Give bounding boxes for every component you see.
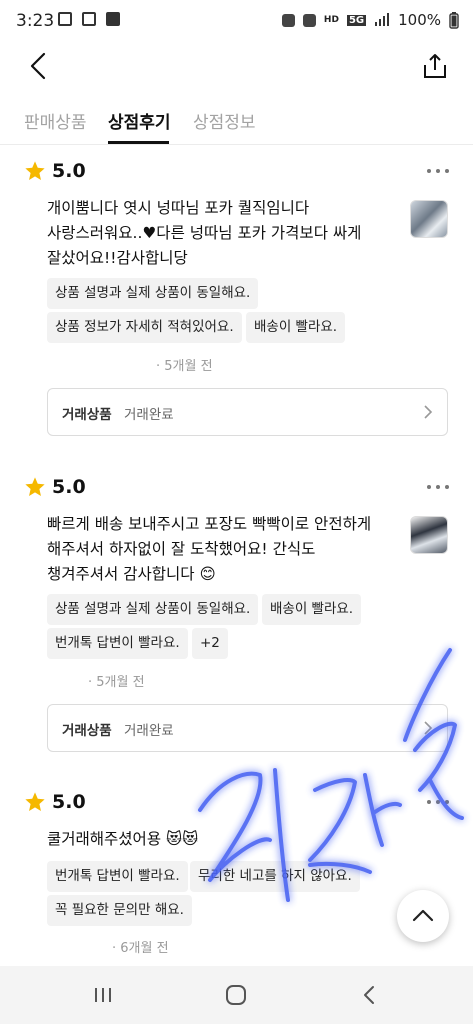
chevron-right-icon bbox=[424, 721, 433, 735]
star-icon bbox=[25, 792, 45, 811]
more-options-button[interactable] bbox=[427, 169, 449, 173]
review-tag: 배송이 빨라요. bbox=[262, 594, 362, 625]
more-options-button[interactable] bbox=[427, 485, 449, 489]
review-photo-thumbnail[interactable] bbox=[410, 516, 448, 554]
star-icon bbox=[25, 161, 45, 180]
checkbox-icon bbox=[106, 12, 120, 26]
review-tag: 배송이 빨라요. bbox=[246, 312, 346, 343]
review-tag: 꼭 필요한 문의만 해요. bbox=[47, 895, 192, 926]
trade-label: 거래상품 bbox=[62, 723, 112, 739]
back-icon bbox=[364, 986, 374, 1004]
rating-value: 5.0 bbox=[52, 160, 86, 182]
more-icon bbox=[427, 800, 431, 804]
review-text: 빠르게 배송 보내주시고 포장도 빡빡이로 안전하게 해주셔서 하자없이 잘 도… bbox=[47, 512, 387, 587]
battery-icon bbox=[449, 11, 459, 29]
review-time: · 5개월 전 bbox=[156, 359, 213, 374]
rating: 5.0 bbox=[24, 791, 86, 813]
status-notification-icons bbox=[58, 12, 120, 26]
home-button[interactable] bbox=[221, 980, 251, 1010]
status-right: HD 5G 100% bbox=[281, 11, 459, 29]
review-tag: 무리한 네고를 하지 않아요. bbox=[190, 861, 360, 892]
back-button[interactable] bbox=[24, 50, 56, 82]
rating: 5.0 bbox=[24, 476, 86, 498]
scroll-to-top-button[interactable] bbox=[397, 890, 449, 942]
review-text-line: 빠르게 배송 보내주시고 포장도 빡빡이로 안전하게 bbox=[47, 515, 372, 533]
review-tag: 상품 정보가 자세히 적혀있어요. bbox=[47, 312, 242, 343]
tab-store-reviews[interactable]: 상점후기 bbox=[108, 108, 171, 133]
active-tab-indicator bbox=[108, 141, 169, 144]
signal-icon bbox=[375, 13, 390, 26]
review-text-line: 사랑스러워요..♥다른 넝따님 포카 가격보다 싸게 bbox=[47, 224, 362, 242]
recents-icon bbox=[95, 988, 111, 1002]
screenshot-icon bbox=[82, 12, 96, 26]
review-text-line: 쿨거래해주셨어용 😻😻 bbox=[47, 830, 199, 848]
share-button[interactable] bbox=[419, 50, 451, 82]
tab-bar: 판매상품 상점후기 상점정보 bbox=[0, 100, 473, 145]
tab-products[interactable]: 판매상품 bbox=[24, 108, 87, 133]
tab-store-info[interactable]: 상점정보 bbox=[193, 108, 256, 133]
chevron-right-icon bbox=[424, 405, 433, 419]
review-tag: 상품 설명과 실제 상품이 동일해요. bbox=[47, 594, 259, 625]
review-tag: 번개톡 답변이 빨라요. bbox=[47, 861, 188, 892]
review-photo-thumbnail[interactable] bbox=[410, 200, 448, 238]
more-icon bbox=[427, 169, 431, 173]
status-bar: 3:23 HD 5G 100% bbox=[0, 0, 473, 42]
back-arrow-icon bbox=[30, 52, 46, 80]
review-tag: 상품 설명과 실제 상품이 동일해요. bbox=[47, 278, 259, 309]
rating-value: 5.0 bbox=[52, 791, 86, 813]
more-icon bbox=[427, 485, 431, 489]
status-time: 3:23 bbox=[16, 11, 55, 31]
rating-value: 5.0 bbox=[52, 476, 86, 498]
battery-percent: 100% bbox=[398, 11, 441, 29]
mute-icon bbox=[302, 13, 316, 27]
review-text-line: 챙겨주셔서 감사합니다 😊 bbox=[47, 565, 216, 583]
top-bar bbox=[0, 42, 473, 94]
more-options-button[interactable] bbox=[427, 800, 449, 804]
hd-voice-icon: HD bbox=[323, 15, 339, 25]
recents-button[interactable] bbox=[88, 980, 118, 1010]
trade-item-link[interactable]: 거래상품 거래완료 bbox=[47, 388, 448, 436]
rating: 5.0 bbox=[24, 160, 86, 182]
review-tag: 번개톡 답변이 빨라요. bbox=[47, 628, 188, 659]
review-text-line: 개이뿜니다 엿시 넝따님 포카 퀄직임니다 bbox=[47, 199, 310, 217]
review-text: 개이뿜니다 엿시 넝따님 포카 퀄직임니다 사랑스러워요..♥다른 넝따님 포카… bbox=[47, 196, 387, 271]
share-icon bbox=[424, 54, 446, 78]
network-badge: 5G bbox=[346, 14, 367, 26]
review-tag-more[interactable]: +2 bbox=[192, 628, 228, 659]
chevron-up-icon bbox=[412, 909, 434, 922]
star-icon bbox=[25, 477, 45, 496]
review-time: · 6개월 전 bbox=[112, 941, 169, 956]
trade-item-link[interactable]: 거래상품 거래완료 bbox=[47, 704, 448, 752]
review-text-line: 해주셔서 하자없이 잘 도착했어요! 간식도 bbox=[47, 540, 316, 558]
trade-status: 거래완료 bbox=[124, 723, 174, 739]
review-time: · 5개월 전 bbox=[88, 675, 145, 690]
system-navigation-bar bbox=[0, 966, 473, 1024]
review-text-line: 잘샀어요!!감사합니당 bbox=[47, 249, 188, 267]
trade-label: 거래상품 bbox=[62, 407, 112, 423]
back-nav-button[interactable] bbox=[354, 980, 384, 1010]
gallery-icon bbox=[58, 12, 72, 26]
trade-status: 거래완료 bbox=[124, 407, 174, 423]
alarm-icon bbox=[281, 13, 295, 27]
home-icon bbox=[226, 985, 246, 1005]
review-text: 쿨거래해주셨어용 😻😻 bbox=[47, 827, 387, 852]
